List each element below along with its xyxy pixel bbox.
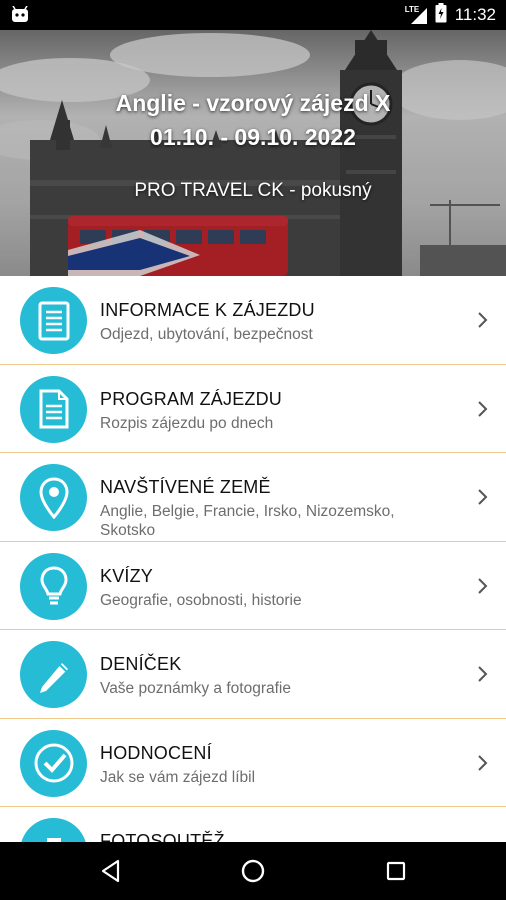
menu-item-subtitle: Anglie, Belgie, Francie, Irsko, Nizozems… (100, 503, 395, 539)
clock: 11:32 (454, 5, 496, 24)
menu-item-photo-contest[interactable]: FOTOSOUTĚŽ (0, 807, 506, 842)
chevron-right-icon (478, 754, 488, 771)
menu-item-subtitle: Rozpis zájezdu po dnech (100, 414, 274, 432)
menu-list: INFORMACE K ZÁJEZDU Odjezd, ubytování, b… (0, 276, 506, 842)
menu-item-title: FOTOSOUTĚŽ (100, 831, 225, 842)
document-icon (20, 375, 87, 443)
menu-item-title: NAVŠTÍVENÉ ZEMĚ (100, 477, 271, 497)
menu-item-subtitle: Geografie, osobnosti, historie (100, 591, 302, 609)
menu-item-subtitle: Odjezd, ubytování, bezpečnost (100, 326, 313, 343)
menu-item-title: DENÍČEK (100, 654, 182, 674)
menu-item-subtitle: Jak se vám zájezd líbil (100, 768, 256, 786)
android-notification-icon (10, 5, 30, 29)
menu-item-rating[interactable]: HODNOCENÍ Jak se vám zájezd líbil (0, 719, 506, 807)
menu-item-visited-countries[interactable]: NAVŠTÍVENÉ ZEMĚ Anglie, Belgie, Francie,… (0, 453, 506, 542)
menu-item-trip-program[interactable]: PROGRAM ZÁJEZDU Rozpis zájezdu po dnech (0, 365, 506, 453)
check-circle-icon (20, 729, 87, 797)
menu-item-quizzes[interactable]: KVÍZY Geografie, osobnosti, historie (0, 542, 506, 630)
london-skyline-image (0, 30, 506, 276)
trip-title: Anglie - vzorový zájezd X (115, 90, 391, 116)
navigation-bar (0, 842, 506, 900)
trip-dates: 01.10. - 09.10. 2022 (150, 124, 356, 150)
chevron-right-icon (478, 400, 488, 417)
document-lines-icon (20, 287, 87, 354)
menu-item-title: INFORMACE K ZÁJEZDU (100, 300, 315, 320)
home-icon[interactable] (238, 856, 268, 886)
pencil-icon (20, 641, 87, 708)
menu-item-title: PROGRAM ZÁJEZDU (100, 388, 283, 409)
recents-icon[interactable] (381, 856, 411, 886)
map-pin-icon (20, 464, 87, 531)
back-icon[interactable] (96, 856, 126, 886)
travel-agency: PRO TRAVEL CK - pokusný (134, 180, 372, 201)
chevron-right-icon (478, 489, 488, 505)
menu-item-diary[interactable]: DENÍČEK Vaše poznámky a fotografie (0, 630, 506, 719)
menu-item-trip-info[interactable]: INFORMACE K ZÁJEZDU Odjezd, ubytování, b… (0, 276, 506, 365)
hero-banner: Anglie - vzorový zájezd X 01.10. - 09.10… (0, 30, 506, 276)
status-bar: LTE 11:32 (0, 0, 506, 30)
chevron-right-icon (478, 577, 488, 594)
menu-item-title: KVÍZY (100, 565, 154, 586)
camera-icon (20, 818, 87, 842)
lightbulb-icon (20, 552, 87, 620)
chevron-right-icon (478, 666, 488, 682)
chevron-right-icon (478, 312, 488, 328)
lte-signal-icon: LTE (405, 5, 427, 24)
battery-icon (435, 2, 447, 28)
menu-item-subtitle: Vaše poznámky a fotografie (100, 680, 291, 697)
menu-item-title: HODNOCENÍ (100, 742, 212, 763)
